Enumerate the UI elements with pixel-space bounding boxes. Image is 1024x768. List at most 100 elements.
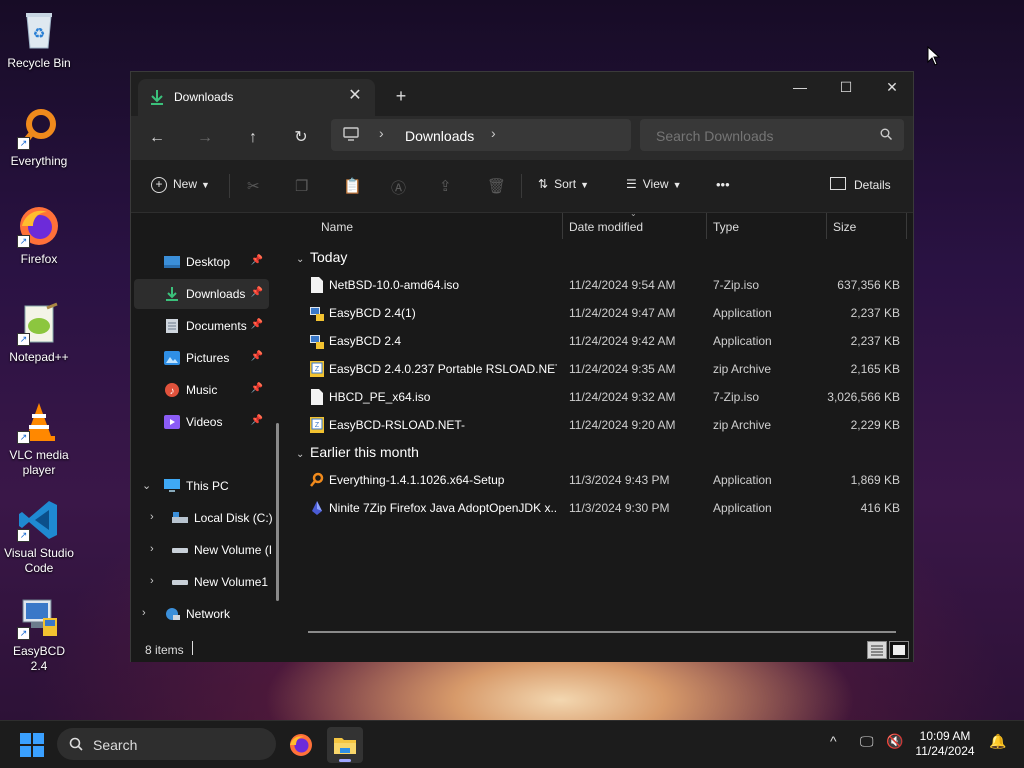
windows-start-icon[interactable] [20,733,44,757]
column-header-size[interactable]: Size [833,213,856,241]
new-tab-button[interactable]: + [389,84,413,108]
file-date: 11/3/2024 9:30 PM [569,501,670,515]
delete-icon[interactable]: 🗑 [487,177,506,195]
column-header-type[interactable]: Type [713,213,739,241]
network-status-icon[interactable]: 🖵 [860,733,874,750]
group-header-earlier-this-month[interactable]: ⌄ Earlier this month [296,444,419,460]
table-row[interactable]: HBCD_PE_x64.iso 11/24/2024 9:32 AM 7-Zip… [290,383,912,411]
taskbar-search-box[interactable]: Search [57,728,276,760]
sidebar-item-network[interactable]: › Network [134,599,269,629]
column-divider[interactable] [826,213,827,239]
new-button[interactable]: + New ▼ [151,177,210,195]
file-date: 11/24/2024 9:42 AM [569,334,676,348]
desktop-icon-vlc[interactable]: ↗ VLC media player [4,400,74,478]
sidebar-item-music[interactable]: ♪ Music 📌 [134,375,269,405]
desktop-icon-recycle-bin[interactable]: ♻ Recycle Bin [4,8,74,71]
share-icon[interactable]: ⇪ [439,177,452,195]
desktop-icon-everything[interactable]: ↗ Everything [4,106,74,169]
command-bar: + New ▼ ✂ ❐ 📋 Ⓐ ⇪ 🗑 ⇅ Sort ▼ ☰ View ▼ ••• Deta… [131,160,913,213]
up-button[interactable]: ↑ [238,124,268,152]
refresh-button[interactable]: ↻ [286,124,316,152]
system-clock[interactable]: 10:09 AM 11/24/2024 [910,729,980,759]
search-input[interactable] [654,127,868,145]
table-row[interactable]: Everything-1.4.1.1026.x64-Setup 11/3/202… [290,466,912,494]
maximize-button[interactable]: ☐ [823,72,869,102]
close-button[interactable]: ✕ [869,72,915,102]
cut-icon[interactable]: ✂ [247,177,260,195]
sidebar-item-videos[interactable]: Videos 📌 [134,407,269,437]
paste-icon[interactable]: 📋 [343,177,362,195]
column-header-name[interactable]: Name [321,213,353,241]
table-row[interactable]: Ninite 7Zip Firefox Java AdoptOpenJDK x.… [290,494,912,522]
table-row[interactable]: EasyBCD 2.4(1) 11/24/2024 9:47 AM Applic… [290,299,912,327]
search-box[interactable] [640,119,904,151]
minimize-button[interactable]: — [777,72,823,102]
tab-downloads[interactable]: Downloads ✕ [138,79,375,116]
rename-icon[interactable]: Ⓐ [391,177,406,197]
volume-muted-icon[interactable]: 🔇 [886,733,903,750]
more-options-button[interactable]: ••• [716,177,730,195]
desktop-icon-label: Recycle Bin [7,56,71,70]
sort-button[interactable]: ⇅ Sort ▼ [538,177,589,195]
chevron-right-icon[interactable]: › [142,607,146,619]
chevron-down-icon: ⌄ [296,254,305,265]
firefox-icon [290,734,312,756]
details-pane-button[interactable]: Details [830,177,891,195]
table-row[interactable]: NetBSD-10.0-amd64.iso 11/24/2024 9:54 AM… [290,271,912,299]
group-header-today[interactable]: ⌄ Today [296,249,347,265]
computer-icon [343,127,359,141]
sidebar-item-label: Documents [186,319,247,333]
pictures-icon [164,351,180,365]
details-view-button[interactable] [867,641,887,659]
desktop-icon-easybcd[interactable]: ↗ EasyBCD 2.4 [4,596,74,674]
view-button[interactable]: ☰ View ▼ [626,177,681,195]
sidebar-scrollbar[interactable] [276,423,279,601]
svg-text:Z: Z [315,366,320,373]
sidebar-item-desktop[interactable]: Desktop 📌 [134,247,269,277]
taskbar-file-explorer[interactable] [327,727,363,763]
address-bar[interactable]: › Downloads › [331,119,631,151]
chevron-down-icon: ▼ [672,180,682,190]
breadcrumb-downloads[interactable]: Downloads [405,128,474,144]
shortcut-arrow-icon: ↗ [17,529,30,542]
tab-close-button[interactable]: ✕ [345,86,365,106]
desktop-icon-notepad-plus-plus[interactable]: ↗ Notepad++ [4,302,74,365]
sidebar-item-pictures[interactable]: Pictures 📌 [134,343,269,373]
back-button[interactable]: ← [142,124,172,152]
desktop-icon-vscode[interactable]: ↗ Visual Studio Code [4,498,74,576]
column-divider[interactable] [562,213,563,239]
sidebar-item-documents[interactable]: Documents 📌 [134,311,269,341]
chevron-right-icon[interactable]: › [491,125,496,141]
column-divider[interactable] [706,213,707,239]
chevron-right-icon[interactable]: › [150,575,154,587]
chevron-right-icon[interactable]: › [150,543,154,555]
taskbar-firefox[interactable] [283,727,319,763]
sidebar-item-downloads[interactable]: Downloads 📌 [134,279,269,309]
notification-bell-icon[interactable]: 🔔 [989,733,1006,750]
table-row[interactable]: EasyBCD 2.4 11/24/2024 9:42 AM Applicati… [290,327,912,355]
chevron-right-icon[interactable]: › [150,511,154,523]
chevron-down-icon[interactable]: ⌄ [142,479,151,492]
chevron-right-icon[interactable]: › [379,125,384,141]
table-row[interactable]: Z EasyBCD-RSLOAD.NET- 11/24/2024 9:20 AM… [290,411,912,439]
desktop-icon-firefox[interactable]: ↗ Firefox [4,204,74,267]
easybcd-icon: ↗ [17,596,61,640]
chevron-down-icon: ▼ [580,180,589,190]
horizontal-scrollbar[interactable] [308,631,896,633]
sidebar-item-label: Downloads [186,287,246,301]
file-type: 7-Zip.iso [713,278,760,292]
file-explorer-window: Downloads ✕ + — ☐ ✕ ← → ↑ ↻ › Downloads … [130,71,914,662]
divider [521,174,522,198]
show-hidden-icons-chevron-icon[interactable]: ^ [830,733,837,749]
sidebar-item-this-pc[interactable]: ⌄ This PC [134,471,269,501]
sidebar-item-new-volume1[interactable]: › New Volume1 [134,567,269,597]
sidebar-item-new-volume[interactable]: › New Volume (I [134,535,272,565]
copy-icon[interactable]: ❐ [295,177,308,195]
shortcut-arrow-icon: ↗ [17,137,30,150]
column-divider[interactable] [906,213,907,239]
large-icons-view-button[interactable] [889,641,909,659]
table-row[interactable]: Z EasyBCD 2.4.0.237 Portable RSLOAD.NET … [290,355,912,383]
forward-button[interactable]: → [190,124,220,152]
drive-icon [172,512,188,523]
sidebar-item-local-disk[interactable]: › Local Disk (C:) [134,503,273,533]
